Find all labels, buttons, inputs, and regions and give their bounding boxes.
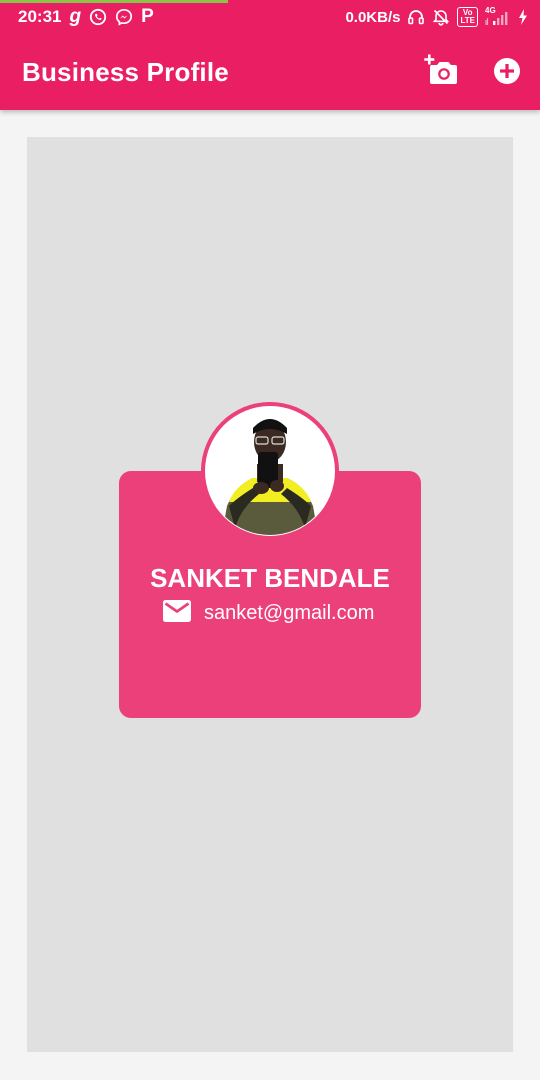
app-bar: 20:31 g P 0.0KB/s Vo LTE 4G Business Pro… — [0, 0, 540, 110]
profile-name: SANKET BENDALE — [150, 563, 390, 593]
network-type: 4G — [485, 6, 496, 15]
paytm-icon: P — [141, 6, 154, 27]
status-bar: 20:31 g P 0.0KB/s Vo LTE 4G — [0, 0, 540, 34]
headset-icon — [407, 8, 425, 26]
status-bar-right: 0.0KB/s Vo LTE 4G — [345, 6, 528, 27]
signal-icon: 4G — [485, 6, 511, 26]
add-photo-icon — [424, 54, 460, 93]
status-bar-left: 20:31 g P — [18, 7, 154, 27]
alarm-off-icon — [432, 8, 450, 26]
avatar[interactable] — [201, 402, 339, 540]
page-title: Business Profile — [22, 57, 229, 87]
whatsapp-icon — [89, 8, 107, 26]
profile-email: sanket@gmail.com — [204, 602, 375, 624]
add-button[interactable] — [487, 53, 527, 93]
add-circle-icon — [493, 57, 521, 90]
status-time: 20:31 — [18, 7, 62, 26]
volte-icon: Vo LTE — [457, 7, 478, 27]
g-app-icon: g — [69, 6, 82, 27]
volte-label-bottom: LTE — [460, 16, 475, 25]
add-photo-button[interactable] — [422, 53, 462, 93]
net-speed: 0.0KB/s — [345, 8, 401, 26]
charging-icon — [518, 8, 528, 26]
messenger-icon — [115, 8, 133, 26]
email-row: sanket@gmail.com — [162, 599, 374, 628]
mail-icon — [162, 599, 192, 628]
